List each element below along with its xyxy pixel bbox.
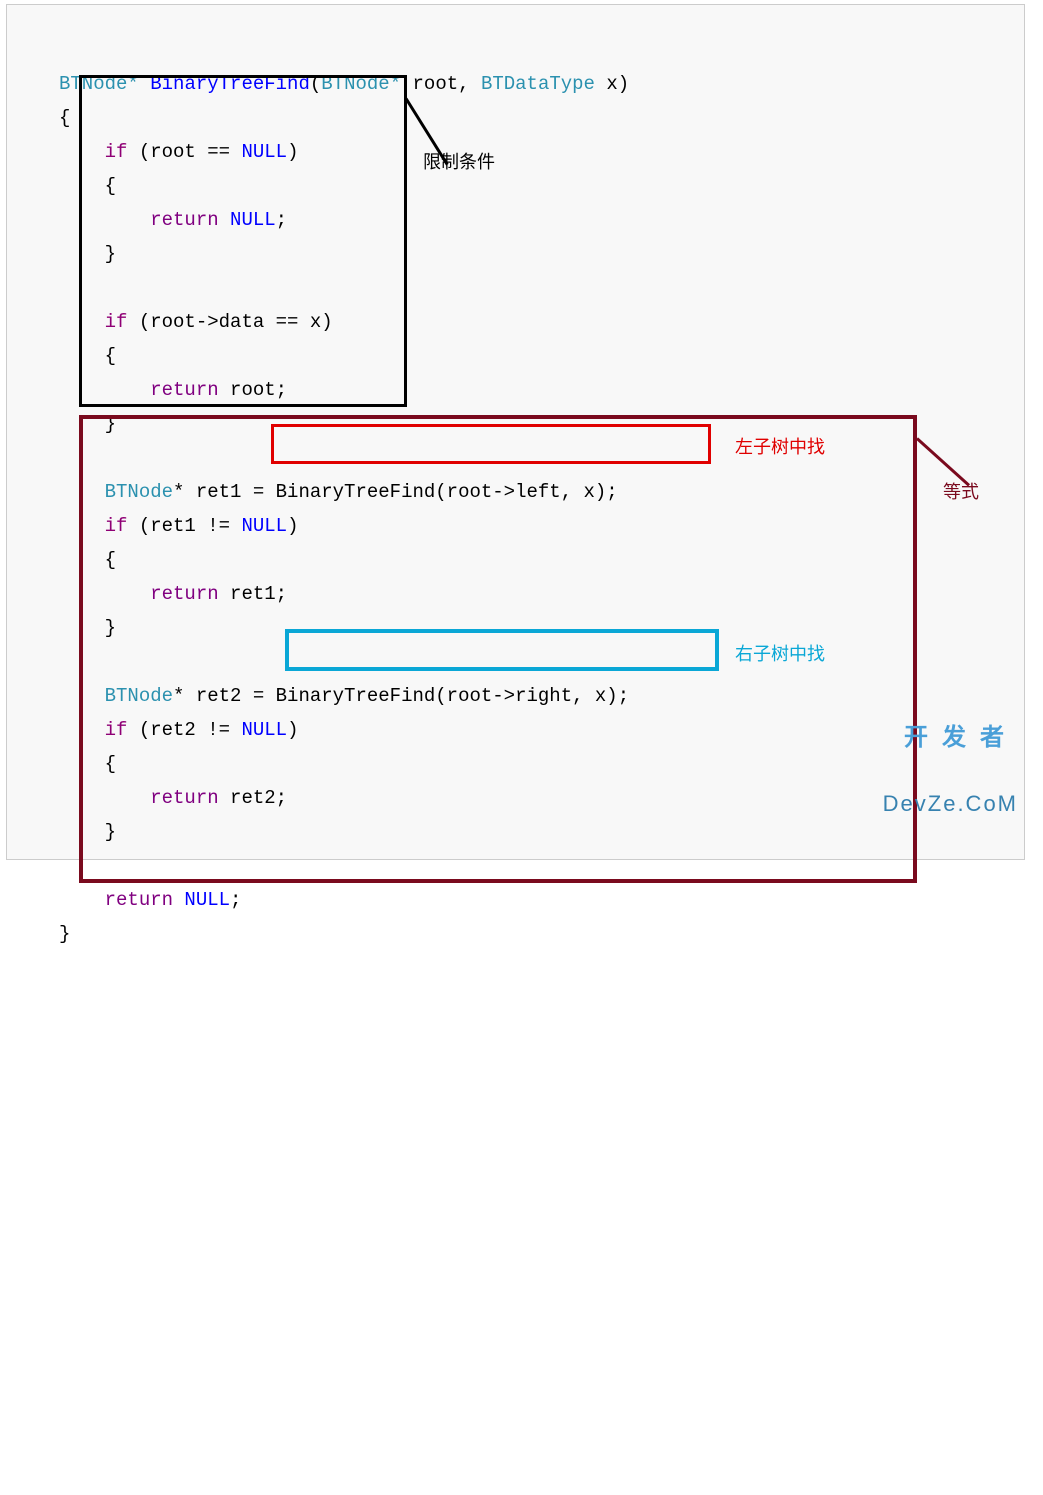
annotation-box-constraint: [79, 75, 407, 407]
token-type: BTDataType: [481, 73, 595, 95]
token: ): [618, 73, 629, 95]
brace: {: [59, 107, 70, 129]
annotation-box-right: [285, 629, 719, 671]
param: x: [606, 73, 617, 95]
brace: }: [59, 923, 70, 945]
token: ,: [458, 73, 469, 95]
annotation-label-equation: 等式: [943, 475, 979, 509]
param: root: [413, 73, 459, 95]
keyword-return: return: [105, 889, 173, 911]
annotation-box-left: [271, 424, 711, 464]
annotation-label-right: 右子树中找: [735, 637, 825, 671]
keyword-null: NULL: [173, 889, 230, 911]
annotation-label-constraint: 限制条件: [423, 145, 495, 179]
annotation-label-left: 左子树中找: [735, 430, 825, 464]
semi: ;: [230, 889, 241, 911]
code-block: BTNode* BinaryTreeFind(BTNode* root, BTD…: [6, 4, 1025, 860]
